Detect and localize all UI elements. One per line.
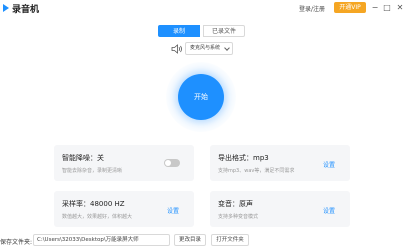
toggle-knob bbox=[165, 160, 171, 166]
open-folder-button[interactable]: 打开文件夹 bbox=[211, 234, 249, 246]
audio-source-select[interactable]: 麦克风与系统 bbox=[185, 42, 233, 55]
sample-rate-title: 采样率：48000 HZ bbox=[62, 200, 125, 208]
close-icon[interactable]: ✕ bbox=[395, 2, 405, 13]
noise-reduction-card: 智能降噪：关 智能去除杂音，录制更清晰 bbox=[54, 145, 194, 181]
login-register-link[interactable]: 登录/注册 bbox=[299, 4, 325, 13]
start-record-button[interactable]: 开始 bbox=[178, 74, 224, 120]
sample-rate-card: 采样率：48000 HZ 数值越大，效果越好，体积越大 设置 bbox=[54, 191, 194, 227]
voice-change-desc: 支持多种变音模式 bbox=[218, 214, 259, 220]
noise-reduction-title: 智能降噪：关 bbox=[62, 154, 104, 162]
voice-change-title: 变音：原声 bbox=[218, 200, 253, 208]
play-logo-icon bbox=[3, 4, 9, 12]
minimize-icon[interactable]: − bbox=[370, 2, 380, 13]
speaker-icon bbox=[171, 44, 182, 54]
voice-change-card: 变音：原声 支持多种变音模式 设置 bbox=[210, 191, 350, 227]
noise-reduction-desc: 智能去除杂音，录制更清晰 bbox=[62, 168, 123, 174]
output-format-title: 导出格式：mp3 bbox=[218, 154, 269, 162]
save-path-field[interactable]: C:\Users\32033\Desktop\万能录屏大师 bbox=[33, 234, 170, 246]
sample-rate-settings-button[interactable]: 设置 bbox=[167, 206, 179, 215]
output-format-desc: 支持mp3、wav等，满足不同需求 bbox=[218, 168, 295, 174]
audio-source-value: 麦克风与系统 bbox=[190, 45, 221, 51]
chevron-down-icon bbox=[224, 45, 230, 51]
tab-recorded-files[interactable]: 已录文件 bbox=[203, 25, 245, 37]
change-directory-button[interactable]: 更改目录 bbox=[174, 234, 206, 246]
voice-change-settings-button[interactable]: 设置 bbox=[323, 206, 335, 215]
title-bar: 录音机 登录/注册 开通VIP − □ ✕ bbox=[0, 0, 408, 17]
mode-tabs: 录制 已录文件 bbox=[158, 25, 245, 37]
output-format-card: 导出格式：mp3 支持mp3、wav等，满足不同需求 设置 bbox=[210, 145, 350, 181]
maximize-icon[interactable]: □ bbox=[382, 2, 392, 13]
tab-record[interactable]: 录制 bbox=[158, 25, 200, 37]
sample-rate-desc: 数值越大，效果越好，体积越大 bbox=[62, 214, 133, 220]
noise-reduction-toggle[interactable] bbox=[164, 159, 180, 167]
save-folder-label: 保存文件夹: bbox=[0, 239, 33, 246]
app-title: 录音机 bbox=[12, 5, 40, 15]
open-vip-button[interactable]: 开通VIP bbox=[334, 2, 366, 13]
output-format-settings-button[interactable]: 设置 bbox=[323, 160, 335, 169]
